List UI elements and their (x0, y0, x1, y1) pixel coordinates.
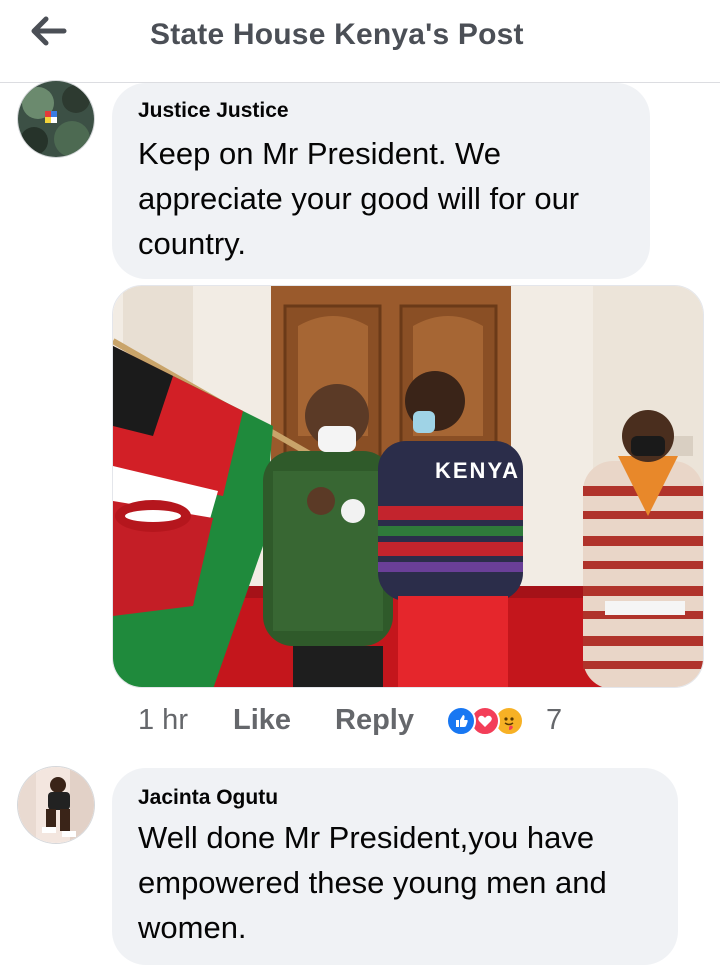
comment-text: Well done Mr President,you have empowere… (138, 815, 607, 950)
comment-text-line: Well done Mr President,you have (138, 820, 595, 855)
comment-bubble: Jacinta Ogutu Well done Mr President,you… (112, 768, 678, 965)
comment-text-line: women. (138, 910, 247, 945)
comment-photo[interactable]: KENYA (112, 285, 704, 688)
comment-author[interactable]: Justice Justice (138, 99, 289, 123)
photo-jersey-text: KENYA (435, 458, 520, 483)
comment-text-line: Keep on Mr President. We (138, 136, 501, 171)
avatar[interactable] (17, 766, 95, 844)
arrow-left-icon (31, 16, 67, 46)
comment-text-line: appreciate your good will for our (138, 181, 580, 216)
photo-image: KENYA (113, 286, 703, 687)
reaction-count[interactable]: 7 (546, 700, 562, 740)
comment-time[interactable]: 1 hr (138, 700, 188, 740)
like-reaction-icon (446, 706, 476, 736)
reply-button[interactable]: Reply (335, 700, 414, 740)
page-title: State House Kenya's Post (150, 18, 524, 51)
comment-author[interactable]: Jacinta Ogutu (138, 786, 278, 810)
comment-text-line: country. (138, 226, 246, 261)
back-button[interactable] (22, 10, 74, 52)
comment-text: Keep on Mr President. We appreciate your… (138, 131, 579, 266)
avatar-image (18, 767, 94, 843)
avatar[interactable] (17, 80, 95, 158)
comment-text-line: empowered these young men and (138, 865, 607, 900)
like-button[interactable]: Like (233, 700, 291, 740)
comment-bubble: Justice Justice Keep on Mr President. We… (112, 83, 650, 279)
avatar-image (18, 81, 94, 157)
top-bar: State House Kenya's Post (0, 0, 720, 83)
